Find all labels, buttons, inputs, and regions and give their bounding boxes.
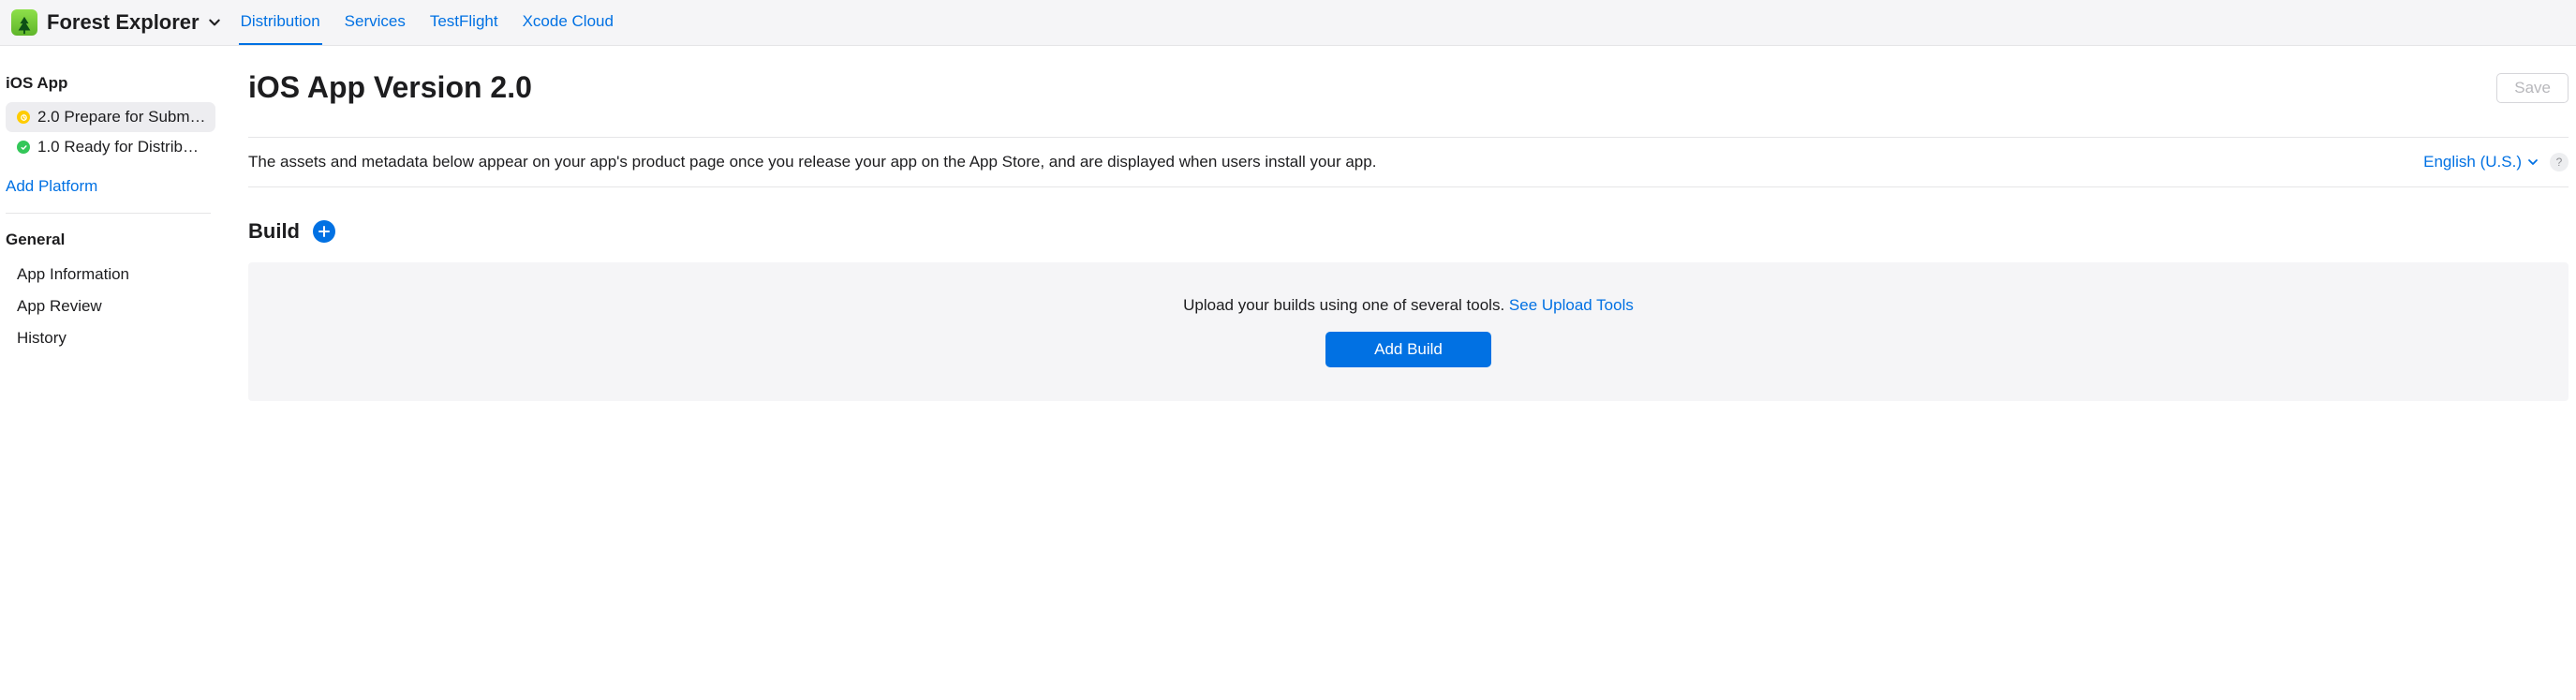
- app-switcher-chevron[interactable]: [203, 11, 226, 34]
- tab-testflight[interactable]: TestFlight: [428, 0, 500, 45]
- build-upload-panel: Upload your builds using one of several …: [248, 262, 2569, 401]
- page-title: iOS App Version 2.0: [248, 70, 532, 105]
- add-build-button[interactable]: Add Build: [1325, 332, 1491, 367]
- sidebar-version-label: 2.0 Prepare for Submissi...: [37, 108, 206, 127]
- sidebar-general-heading: General: [6, 231, 220, 249]
- sidebar-link-app-review[interactable]: App Review: [6, 290, 220, 322]
- metadata-bar: The assets and metadata below appear on …: [248, 137, 2569, 187]
- build-section-heading: Build: [248, 219, 300, 244]
- status-pending-icon: [17, 111, 30, 124]
- add-build-icon-button[interactable]: [313, 220, 335, 243]
- save-button[interactable]: Save: [2496, 73, 2569, 103]
- help-button[interactable]: ?: [2550, 153, 2569, 171]
- plus-icon: [318, 226, 330, 237]
- build-upload-text: Upload your builds using one of several …: [1183, 296, 1634, 315]
- add-platform-link[interactable]: Add Platform: [6, 162, 97, 213]
- tab-distribution[interactable]: Distribution: [239, 0, 322, 45]
- sidebar-platform-heading: iOS App: [6, 74, 220, 93]
- sidebar-link-app-information[interactable]: App Information: [6, 259, 220, 290]
- tab-xcode-cloud[interactable]: Xcode Cloud: [521, 0, 615, 45]
- app-name: Forest Explorer: [47, 10, 200, 35]
- app-icon: [11, 9, 37, 36]
- sidebar-divider: [6, 213, 211, 214]
- sidebar-version-2-0[interactable]: 2.0 Prepare for Submissi...: [6, 102, 215, 132]
- chevron-down-icon: [208, 16, 221, 29]
- top-bar: Forest Explorer Distribution Services Te…: [0, 0, 2576, 46]
- main-content: iOS App Version 2.0 Save The assets and …: [220, 46, 2576, 401]
- chevron-down-icon: [2527, 156, 2539, 168]
- main-tabs: Distribution Services TestFlight Xcode C…: [239, 0, 615, 45]
- language-selector[interactable]: English (U.S.): [2423, 153, 2539, 171]
- metadata-description: The assets and metadata below appear on …: [248, 153, 1376, 171]
- sidebar: iOS App 2.0 Prepare for Submissi... 1.0 …: [0, 46, 220, 401]
- language-label: English (U.S.): [2423, 153, 2522, 171]
- sidebar-version-label: 1.0 Ready for Distribution: [37, 138, 206, 156]
- question-icon: ?: [2556, 156, 2563, 169]
- status-ready-icon: [17, 141, 30, 154]
- tab-services[interactable]: Services: [343, 0, 407, 45]
- sidebar-version-1-0[interactable]: 1.0 Ready for Distribution: [6, 132, 215, 162]
- sidebar-link-history[interactable]: History: [6, 322, 220, 354]
- see-upload-tools-link[interactable]: See Upload Tools: [1509, 296, 1634, 314]
